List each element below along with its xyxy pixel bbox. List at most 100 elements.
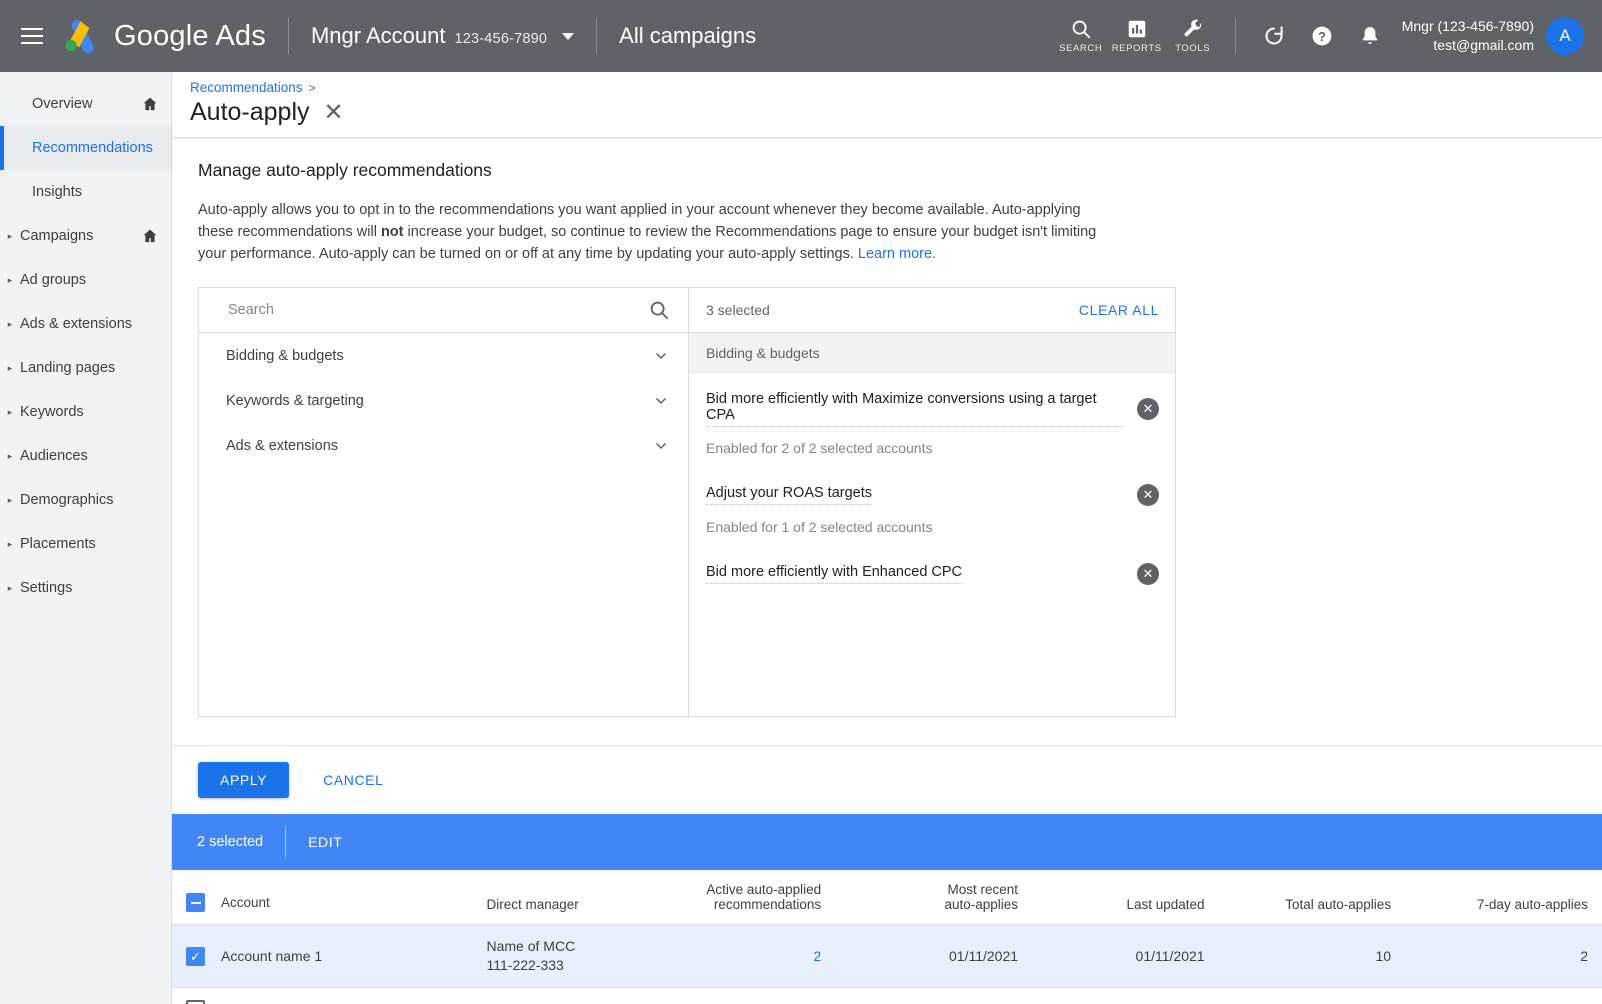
reports-button-label: REPORTS <box>1111 43 1162 54</box>
breadcrumb-parent-link[interactable]: Recommendations <box>190 80 303 95</box>
cell-last-updated: 01/11/2021 <box>1032 924 1219 988</box>
cell-last-updated <box>1032 987 1219 1004</box>
th-account-label: Account <box>221 895 270 910</box>
refresh-button[interactable] <box>1250 24 1298 48</box>
category-bidding-budgets[interactable]: Bidding & budgets <box>199 333 688 378</box>
user-info: Mngr (123-456-7890) test@gmail.com <box>1402 17 1534 55</box>
remove-item-icon[interactable]: ✕ <box>1137 484 1159 506</box>
select-all-checkbox[interactable] <box>186 893 205 912</box>
category-ads-extensions[interactable]: Ads & extensions <box>199 423 688 468</box>
search-button[interactable]: SEARCH <box>1053 18 1109 54</box>
sidebar-item-campaigns[interactable]: ▸ Campaigns <box>0 214 171 258</box>
avatar[interactable]: A <box>1546 17 1584 55</box>
cell-active-recommendations <box>648 987 836 1004</box>
header-divider-1 <box>287 18 289 54</box>
th-recent-line2: auto-applies <box>944 897 1019 912</box>
sidebar-item-label: Insights <box>32 184 82 200</box>
hamburger-menu-icon[interactable] <box>14 18 50 54</box>
chevron-down-icon <box>656 352 666 359</box>
account-selector[interactable]: Mngr Account 123-456-7890 <box>311 23 575 49</box>
category-keywords-targeting[interactable]: Keywords & targeting <box>199 378 688 423</box>
sidebar-item-keywords[interactable]: ▸ Keywords <box>0 390 171 434</box>
expand-arrow-icon: ▸ <box>7 406 13 417</box>
search-input[interactable] <box>226 301 648 319</box>
row-checkbox[interactable] <box>186 1000 205 1004</box>
expand-arrow-icon: ▸ <box>7 494 13 505</box>
th-most-recent: Most recent auto-applies <box>835 870 1033 925</box>
cell-seven-day-auto-applies: 2 <box>1405 924 1602 988</box>
sidebar-item-ads-extensions[interactable]: ▸ Ads & extensions <box>0 302 171 346</box>
sidebar-item-insights[interactable]: Insights <box>0 170 171 214</box>
sidebar-item-label: Ad groups <box>20 272 87 288</box>
sidebar-item-settings[interactable]: ▸ Settings <box>0 566 171 610</box>
selected-group-header: Bidding & budgets <box>689 333 1175 373</box>
expand-arrow-icon: ▸ <box>7 318 13 329</box>
account-id: 123-456-7890 <box>454 31 548 47</box>
cell-most-recent <box>835 987 1033 1004</box>
selected-item-title: Bid more efficiently with Maximize conve… <box>706 391 1123 427</box>
section-title: Manage auto-apply recommendations <box>198 160 492 180</box>
expand-arrow-icon: ▸ <box>7 582 13 593</box>
learn-more-link[interactable]: Learn more. <box>858 246 936 262</box>
picker-categories-panel: Bidding & budgets Keywords & targeting A… <box>199 288 689 716</box>
page-title-row: Auto-apply ✕ <box>190 98 1602 127</box>
remove-item-icon[interactable]: ✕ <box>1137 398 1159 420</box>
row-account-name: Account name 1 <box>221 948 323 964</box>
table-header-row: Account Direct manager Active auto-appli… <box>172 870 1602 925</box>
cancel-button[interactable]: CANCEL <box>317 771 389 789</box>
header-divider-3 <box>1234 18 1236 54</box>
expand-arrow-icon: ▸ <box>7 274 13 285</box>
sidebar-item-label: Overview <box>32 96 93 112</box>
row-mcc-id: 111-222-333 <box>486 957 564 973</box>
table-row[interactable]: Name of MCC <box>172 987 1602 1004</box>
sidebar-item-demographics[interactable]: ▸ Demographics <box>0 478 171 522</box>
recommendation-picker: Bidding & budgets Keywords & targeting A… <box>198 287 1176 717</box>
chevron-down-icon[interactable] <box>562 32 575 40</box>
remove-item-icon[interactable]: ✕ <box>1137 563 1159 585</box>
sidebar-item-placements[interactable]: ▸ Placements <box>0 522 171 566</box>
tools-button-label: TOOLS <box>1175 43 1211 54</box>
page-title: Auto-apply <box>190 98 310 126</box>
table-row[interactable]: ✓ Account name 1 Name of MCC 111-222-333… <box>172 924 1602 988</box>
apply-button[interactable]: APPLY <box>198 762 290 798</box>
header-divider-2 <box>596 18 598 54</box>
sidebar-item-recommendations[interactable]: Recommendations <box>0 126 171 170</box>
sidebar-item-ad-groups[interactable]: ▸ Ad groups <box>0 258 171 302</box>
th-seven-day-auto-applies: 7-day auto-applies <box>1405 870 1602 925</box>
home-icon <box>143 229 157 243</box>
close-x-icon[interactable]: ✕ <box>324 100 344 125</box>
th-active-recommendations: Active auto-applied recommendations <box>648 870 836 925</box>
cell-total-auto-applies <box>1218 987 1406 1004</box>
svg-text:?: ? <box>1318 29 1326 44</box>
brand-title: Google Ads <box>114 19 266 52</box>
notifications-button[interactable] <box>1346 24 1394 48</box>
expand-arrow-icon: ▸ <box>7 230 13 241</box>
sidebar-item-label: Ads & extensions <box>20 316 133 332</box>
search-icon[interactable] <box>648 299 670 321</box>
tools-button[interactable]: TOOLS <box>1165 18 1221 54</box>
sidebar-item-overview[interactable]: Overview <box>0 82 171 126</box>
sidebar-item-label: Campaigns <box>20 228 94 244</box>
reports-button[interactable]: REPORTS <box>1109 18 1165 54</box>
selected-item: Bid more efficiently with Enhanced CPC ✕ <box>689 545 1175 595</box>
sidebar-item-audiences[interactable]: ▸ Audiences <box>0 434 171 478</box>
help-button[interactable]: ? <box>1298 24 1346 48</box>
expand-arrow-icon: ▸ <box>7 362 13 373</box>
bulk-edit-button[interactable]: EDIT <box>308 834 342 850</box>
row-checkbox[interactable]: ✓ <box>186 946 205 966</box>
category-label: Bidding & budgets <box>226 347 344 364</box>
selected-item: Bid more efficiently with Maximize conve… <box>689 373 1175 466</box>
sidebar-nav: Overview Recommendations Insights ▸ Camp… <box>0 72 172 1004</box>
selected-header: 3 selected CLEAR ALL <box>689 288 1175 333</box>
clear-all-button[interactable]: CLEAR ALL <box>1079 302 1159 318</box>
selected-item-subtitle: Enabled for 2 of 2 selected accounts <box>706 440 933 456</box>
cell-most-recent: 01/11/2021 <box>835 924 1033 988</box>
home-icon <box>143 97 157 111</box>
refresh-icon <box>1265 26 1283 45</box>
chevron-down-icon <box>656 397 666 404</box>
bulk-selection-bar: 2 selected EDIT <box>172 814 1602 870</box>
description-emphasis: not <box>380 224 404 240</box>
row-active-recs-link[interactable]: 2 <box>813 948 821 964</box>
user-email-line: test@gmail.com <box>1433 37 1534 53</box>
sidebar-item-landing-pages[interactable]: ▸ Landing pages <box>0 346 171 390</box>
